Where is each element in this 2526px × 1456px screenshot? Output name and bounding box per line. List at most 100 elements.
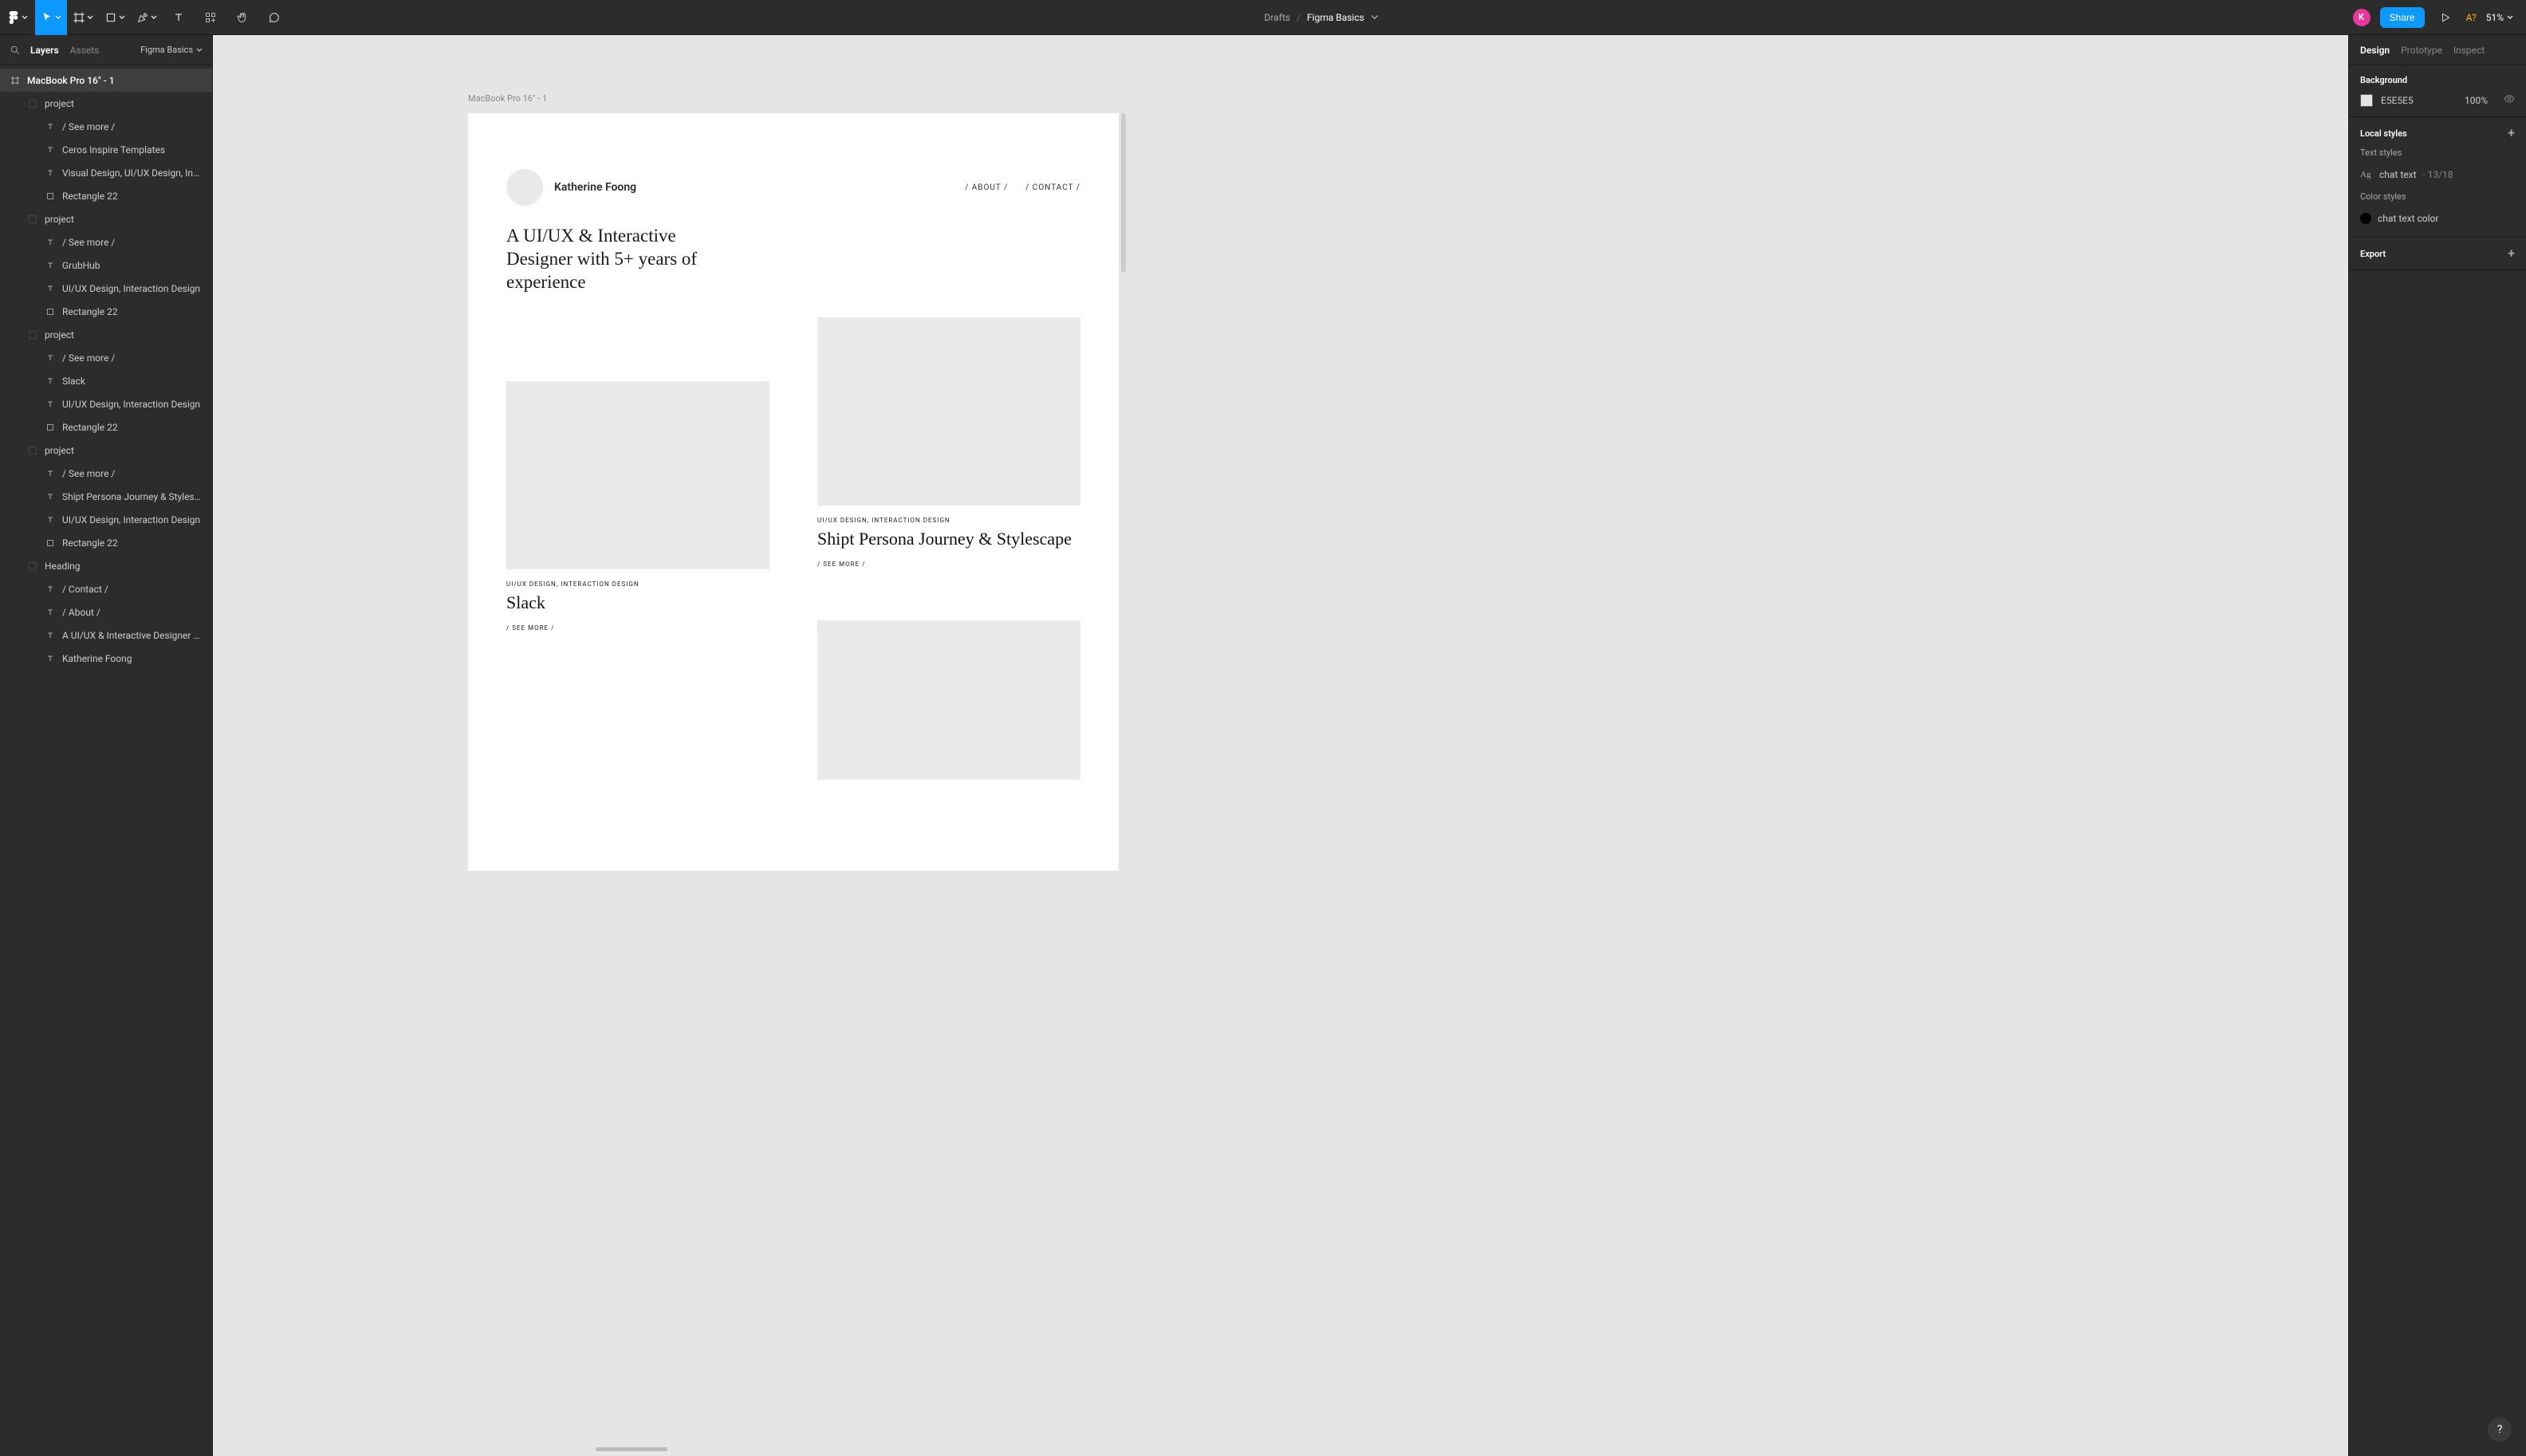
layer-row[interactable]: A UI/UX & Interactive Designer wit... [0, 624, 212, 647]
layers-panel-header: Layers Assets Figma Basics [0, 35, 212, 65]
chevron-down-icon [196, 47, 203, 53]
text-icon [45, 653, 56, 664]
project-category: UI/UX DESIGN, INTERACTION DESIGN [817, 517, 1080, 524]
text-icon [45, 167, 56, 179]
chevron-down-icon[interactable] [1371, 14, 1379, 22]
layer-label: Rectangle 22 [62, 306, 118, 317]
background-swatch[interactable] [2360, 94, 2373, 107]
text-tool-button[interactable] [163, 0, 195, 35]
layer-row[interactable]: / Contact / [0, 577, 212, 600]
nav-about: / ABOUT / [965, 183, 1008, 192]
present-button[interactable] [2434, 6, 2457, 29]
figma-menu-button[interactable] [0, 0, 35, 35]
layer-row[interactable]: Rectangle 22 [0, 531, 212, 554]
layer-row[interactable]: Rectangle 22 [0, 184, 212, 207]
artboard[interactable]: Katherine Foong / ABOUT / / CONTACT / A … [468, 113, 1119, 871]
move-tool-button[interactable] [35, 0, 67, 35]
add-style-button[interactable]: + [2508, 127, 2515, 140]
layer-row[interactable]: Rectangle 22 [0, 415, 212, 439]
portfolio-headline: A UI/UX & Interactive Designer with 5+ y… [468, 206, 779, 293]
layer-row[interactable]: / See more / [0, 346, 212, 369]
share-button[interactable]: Share [2380, 7, 2425, 28]
layer-row[interactable]: Shipt Persona Journey & Stylescape [0, 485, 212, 508]
layer-label: project [45, 329, 74, 340]
breadcrumb-root[interactable]: Drafts [1265, 12, 1291, 23]
layer-label: project [45, 445, 74, 456]
top-toolbar: Drafts / Figma Basics K Share A? 51% [0, 0, 2526, 35]
text-style-name: chat text [2379, 169, 2417, 180]
layer-row[interactable]: GrubHub [0, 254, 212, 277]
text-icon [45, 468, 56, 479]
breadcrumb-separator: / [1296, 12, 1300, 23]
zoom-value: 51% [2486, 12, 2504, 23]
tab-prototype[interactable]: Prototype [2401, 45, 2442, 56]
resources-button[interactable] [195, 0, 226, 35]
text-icon [172, 11, 185, 24]
toolbar-left [0, 0, 290, 34]
zoom-selector[interactable]: 51% [2486, 12, 2513, 23]
layer-row[interactable]: MacBook Pro 16" - 1 [0, 69, 212, 92]
comment-tool-button[interactable] [258, 0, 290, 35]
help-button[interactable]: ? [2488, 1418, 2512, 1442]
layer-label: Rectangle 22 [62, 537, 118, 549]
text-style-meta: · 13/18 [2423, 169, 2453, 180]
layer-row[interactable]: project [0, 207, 212, 230]
layer-label: MacBook Pro 16" - 1 [27, 75, 115, 86]
local-styles-section: Local styles + Text styles Ag chat text … [2349, 117, 2526, 238]
add-export-button[interactable]: + [2508, 247, 2515, 260]
frame-tool-button[interactable] [67, 0, 99, 35]
pen-tool-button[interactable] [131, 0, 163, 35]
background-section-title: Background [2360, 75, 2515, 85]
background-hex[interactable]: E5E5E5 [2381, 95, 2414, 106]
layer-row[interactable]: / See more / [0, 115, 212, 138]
breadcrumb-current[interactable]: Figma Basics [1307, 12, 1364, 23]
portfolio-header: Katherine Foong / ABOUT / / CONTACT / [468, 113, 1119, 206]
layer-row[interactable]: Katherine Foong [0, 647, 212, 670]
search-icon[interactable] [10, 45, 21, 56]
left-panel-tabs: Layers Assets [30, 45, 99, 56]
chevron-down-icon [151, 14, 157, 21]
canvas[interactable]: MacBook Pro 16" - 1 Katherine Foong / AB… [213, 35, 2348, 1456]
layer-label: / Contact / [62, 584, 108, 595]
layer-row[interactable]: / About / [0, 600, 212, 624]
layer-row[interactable]: Heading [0, 554, 212, 577]
canvas-vscrollbar[interactable] [1121, 113, 1126, 273]
toolbar-right: K Share A? 51% [2353, 0, 2526, 34]
text-icon [45, 607, 56, 618]
shape-tool-button[interactable] [99, 0, 131, 35]
layer-row[interactable]: UI/UX Design, Interaction Design [0, 277, 212, 300]
hand-tool-button[interactable] [226, 0, 258, 35]
layer-label: / See more / [62, 121, 115, 132]
layer-label: A UI/UX & Interactive Designer wit... [62, 630, 203, 641]
visibility-toggle[interactable] [2504, 93, 2515, 107]
color-style-row[interactable]: chat text color [2360, 210, 2515, 227]
layer-row[interactable]: project [0, 439, 212, 462]
group-icon [27, 445, 38, 456]
frame-label[interactable]: MacBook Pro 16" - 1 [468, 93, 547, 107]
user-avatar[interactable]: K [2353, 9, 2371, 26]
tab-design[interactable]: Design [2360, 45, 2390, 56]
layer-row[interactable]: UI/UX Design, Interaction Design [0, 508, 212, 531]
layer-row[interactable]: Ceros Inspire Templates [0, 138, 212, 161]
group-icon [27, 329, 38, 340]
layer-row[interactable]: / See more / [0, 230, 212, 254]
missing-fonts-button[interactable]: A? [2466, 12, 2477, 23]
tab-layers[interactable]: Layers [30, 45, 59, 56]
tab-assets[interactable]: Assets [70, 45, 100, 56]
tab-inspect[interactable]: Inspect [2453, 45, 2485, 56]
figma-logo-icon [7, 11, 20, 24]
canvas-hscrollbar[interactable] [596, 1447, 667, 1451]
layer-row[interactable]: / See more / [0, 462, 212, 485]
text-style-row[interactable]: Ag chat text · 13/18 [2360, 166, 2515, 183]
layer-row[interactable]: Slack [0, 369, 212, 392]
layer-row[interactable]: Rectangle 22 [0, 300, 212, 323]
layer-row[interactable]: project [0, 323, 212, 346]
layer-row[interactable]: UI/UX Design, Interaction Design [0, 392, 212, 415]
layer-row[interactable]: project [0, 92, 212, 115]
layer-row[interactable]: Visual Design, UI/UX Design, Inter... [0, 161, 212, 184]
layer-label: / About / [62, 607, 100, 618]
background-opacity[interactable]: 100% [2465, 95, 2488, 106]
text-icon [45, 514, 56, 525]
page-selector[interactable]: Figma Basics [140, 45, 203, 55]
profile-name: Katherine Foong [554, 181, 636, 194]
